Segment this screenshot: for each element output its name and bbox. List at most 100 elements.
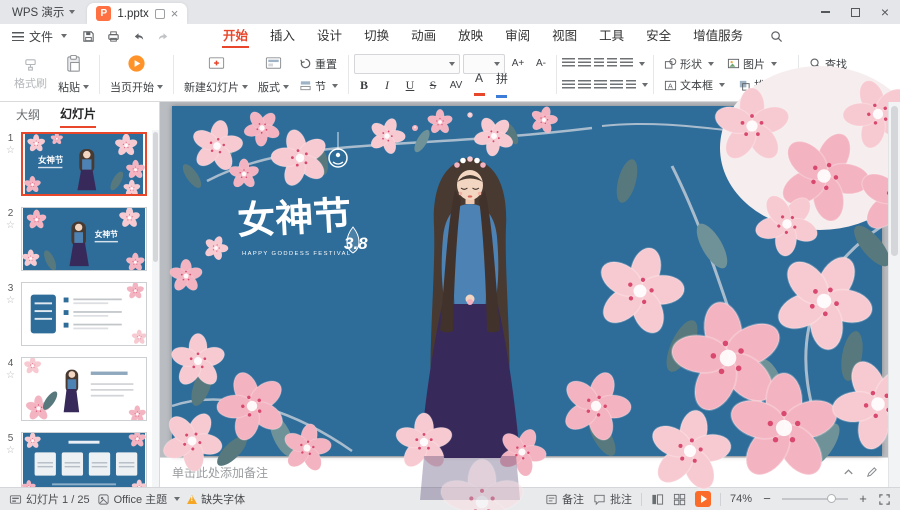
slide-layout-label: 版式 bbox=[258, 79, 280, 95]
slide-thumbnail-1[interactable]: 1☆ bbox=[0, 132, 152, 196]
tab-animation[interactable]: 动画 bbox=[400, 24, 447, 48]
notes-toggle-button[interactable]: 备注 bbox=[545, 491, 584, 507]
decrease-indent-icon[interactable] bbox=[594, 58, 604, 69]
slide-canvas-background: 女神节 HAPPY GODDESS FESTIVAL 3.8 bbox=[160, 102, 888, 457]
slide-sorter-icon[interactable] bbox=[673, 493, 686, 506]
app-menu-button[interactable]: WPS 演示 bbox=[0, 0, 87, 24]
zoom-in-button[interactable]: + bbox=[857, 493, 869, 505]
print-icon[interactable] bbox=[101, 25, 126, 47]
chevron-down-icon bbox=[719, 83, 725, 87]
chevron-down-icon bbox=[494, 62, 500, 66]
close-button[interactable]: × bbox=[870, 0, 900, 24]
tab-tools[interactable]: 工具 bbox=[588, 24, 635, 48]
comments-toggle-button[interactable]: 批注 bbox=[593, 491, 632, 507]
tab-home[interactable]: 开始 bbox=[212, 24, 259, 48]
slide-thumbnail-2[interactable]: 2☆ 女神节 bbox=[0, 207, 152, 271]
file-menu-label: 文件 bbox=[29, 28, 53, 45]
star-icon[interactable]: ☆ bbox=[6, 296, 15, 305]
picture-button[interactable]: 图片 bbox=[722, 53, 782, 74]
format-painter-button[interactable]: 格式刷 bbox=[8, 51, 53, 98]
numbering-icon[interactable] bbox=[578, 58, 591, 69]
paste-label: 粘贴 bbox=[58, 79, 80, 95]
normal-view-icon[interactable] bbox=[651, 493, 664, 506]
reset-slide-button[interactable]: 重置 bbox=[294, 53, 343, 74]
play-from-current-button[interactable]: 当页开始 bbox=[105, 51, 168, 98]
close-tab-icon[interactable]: × bbox=[171, 9, 179, 19]
tab-review[interactable]: 审阅 bbox=[494, 24, 541, 48]
slide-layout-button[interactable]: 版式 bbox=[253, 51, 294, 98]
font-color-button[interactable]: A bbox=[469, 75, 489, 95]
slide-thumbnail-5[interactable]: 5☆ bbox=[0, 432, 152, 487]
tab-security[interactable]: 安全 bbox=[635, 24, 682, 48]
new-slide-button[interactable]: 新建幻灯片 bbox=[179, 51, 253, 98]
star-icon[interactable]: ☆ bbox=[6, 146, 15, 155]
woman-illustration bbox=[420, 156, 520, 458]
undo-icon[interactable] bbox=[126, 25, 151, 47]
chevron-down-icon bbox=[332, 84, 338, 88]
tab-insert[interactable]: 插入 bbox=[259, 24, 306, 48]
tab-slides[interactable]: 幻灯片 bbox=[60, 102, 96, 128]
tab-transitions[interactable]: 切换 bbox=[353, 24, 400, 48]
save-icon[interactable] bbox=[76, 25, 101, 47]
tab-design[interactable]: 设计 bbox=[306, 24, 353, 48]
notes-edit-icon[interactable] bbox=[865, 466, 878, 479]
notes-expand-icon[interactable] bbox=[842, 466, 855, 479]
justify-icon[interactable] bbox=[610, 80, 623, 91]
align-left-icon[interactable] bbox=[562, 80, 575, 91]
decrease-font-size-button[interactable]: A- bbox=[531, 54, 551, 74]
zoom-percent[interactable]: 74% bbox=[730, 493, 752, 505]
zoom-out-button[interactable]: − bbox=[761, 493, 773, 505]
zoom-slider-thumb[interactable] bbox=[827, 494, 836, 503]
notes-icon bbox=[545, 493, 558, 506]
line-spacing-icon[interactable] bbox=[620, 58, 633, 69]
slideshow-play-button[interactable] bbox=[695, 491, 711, 507]
italic-button[interactable]: I bbox=[377, 75, 397, 95]
slide-canvas[interactable]: 女神节 HAPPY GODDESS FESTIVAL 3.8 bbox=[172, 106, 882, 456]
tab-premium-services[interactable]: 增值服务 bbox=[682, 24, 754, 48]
underline-button[interactable]: U bbox=[400, 75, 420, 95]
align-right-icon[interactable] bbox=[594, 80, 607, 91]
star-icon[interactable]: ☆ bbox=[6, 221, 15, 230]
slide-number: 1 bbox=[8, 133, 14, 144]
shapes-button[interactable]: 形状 bbox=[659, 53, 719, 74]
chevron-down-icon bbox=[83, 85, 89, 89]
increase-font-size-button[interactable]: A+ bbox=[508, 54, 528, 74]
text-direction-icon[interactable] bbox=[626, 80, 636, 91]
minimize-button[interactable] bbox=[810, 0, 840, 24]
vertical-scrollbar[interactable] bbox=[888, 102, 900, 487]
align-center-icon[interactable] bbox=[578, 80, 591, 91]
paste-button[interactable]: 粘贴 bbox=[53, 51, 94, 98]
strikethrough-button[interactable]: S bbox=[423, 75, 443, 95]
tab-outline[interactable]: 大纲 bbox=[16, 103, 40, 127]
star-icon[interactable]: ☆ bbox=[6, 371, 15, 380]
search-icon[interactable] bbox=[764, 25, 789, 47]
star-icon[interactable]: ☆ bbox=[6, 446, 15, 455]
bold-button[interactable]: B bbox=[354, 75, 374, 95]
maximize-button[interactable] bbox=[840, 0, 870, 24]
chevron-down-icon bbox=[174, 497, 180, 501]
slide-thumbnail-3[interactable]: 3☆ bbox=[0, 282, 152, 346]
chevron-down-icon bbox=[639, 62, 645, 66]
pin-tab-icon[interactable] bbox=[155, 9, 165, 19]
tab-view[interactable]: 视图 bbox=[541, 24, 588, 48]
slide-thumbnail-4[interactable]: 4☆ bbox=[0, 357, 152, 421]
hamburger-icon bbox=[12, 32, 24, 41]
file-menu-button[interactable]: 文件 bbox=[0, 28, 76, 45]
font-family-select[interactable] bbox=[354, 54, 460, 74]
section-button[interactable]: 节 bbox=[294, 75, 343, 96]
panel-scrollbar[interactable] bbox=[152, 130, 159, 487]
pinyin-guide-button[interactable]: 拼 bbox=[492, 75, 512, 95]
reset-slide-label: 重置 bbox=[315, 56, 337, 72]
fit-to-window-icon[interactable] bbox=[878, 493, 891, 506]
increase-indent-icon[interactable] bbox=[607, 58, 617, 69]
missing-font-warning[interactable]: 缺失字体 bbox=[187, 491, 245, 507]
textbox-button[interactable]: A 文本框 bbox=[659, 75, 730, 96]
zoom-slider[interactable] bbox=[782, 498, 848, 500]
theme-button[interactable]: Office 主题 bbox=[97, 491, 181, 507]
redo-icon[interactable] bbox=[151, 25, 176, 47]
warning-icon bbox=[187, 495, 197, 504]
character-spacing-button[interactable]: AV bbox=[446, 75, 466, 95]
bullets-icon[interactable] bbox=[562, 58, 575, 69]
document-tab[interactable]: P 1.pptx × bbox=[87, 3, 187, 24]
tab-slideshow[interactable]: 放映 bbox=[447, 24, 494, 48]
